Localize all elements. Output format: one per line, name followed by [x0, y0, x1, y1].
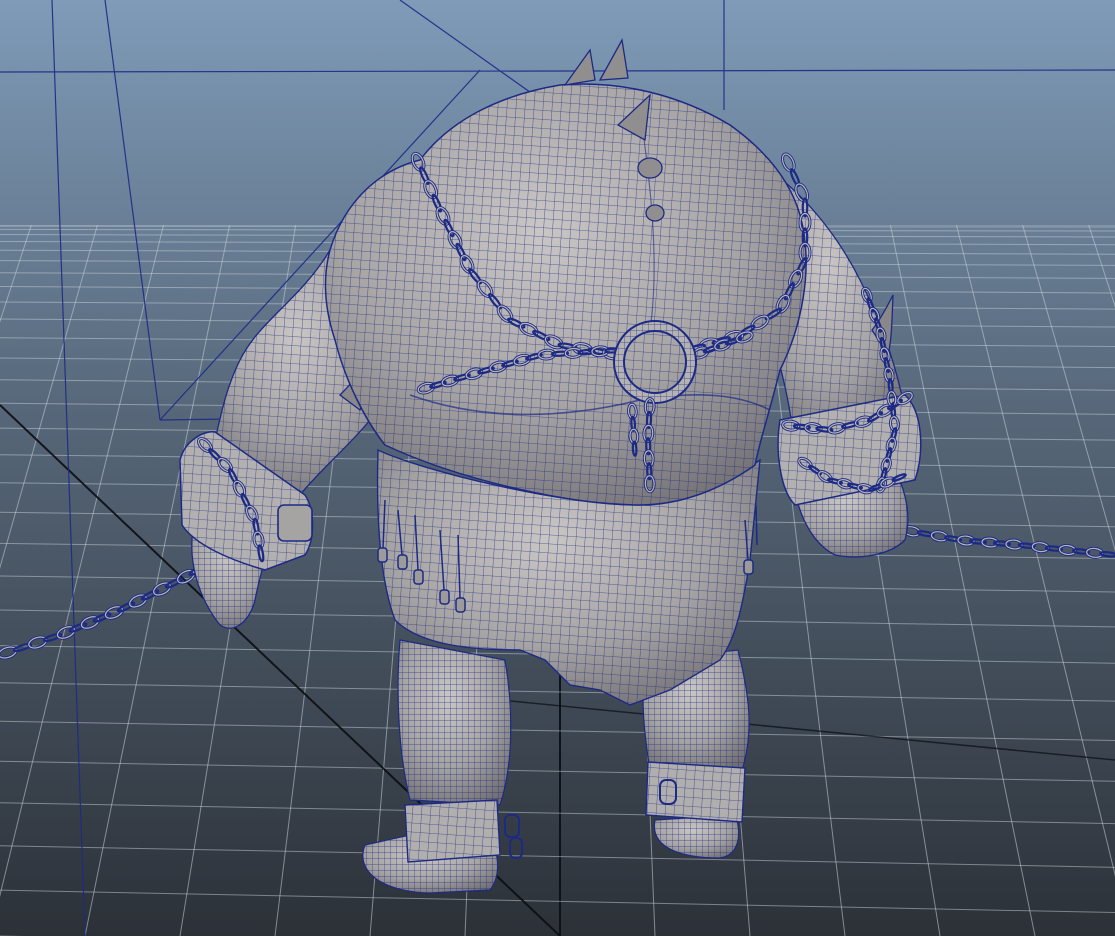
maya-viewport[interactable]: [0, 0, 1115, 936]
right-ankle-cuff: [645, 761, 746, 823]
left-leg: [397, 639, 512, 806]
viewport-scene[interactable]: [0, 0, 1115, 936]
